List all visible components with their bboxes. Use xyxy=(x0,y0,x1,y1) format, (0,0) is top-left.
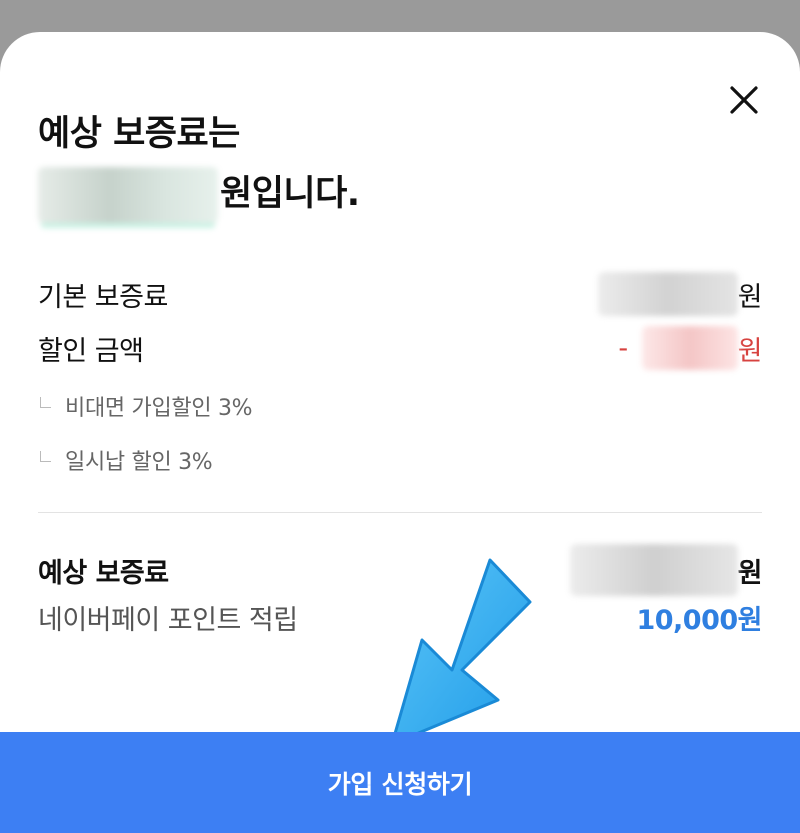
blurred-estimate-amount xyxy=(569,544,738,596)
total-value: 원 xyxy=(569,544,763,596)
base-fee-unit: 원 xyxy=(737,281,763,313)
divider xyxy=(38,512,762,513)
discount-value: - 원 xyxy=(618,326,763,370)
total-label: 예상 보증료 xyxy=(38,557,169,589)
blurred-base-amount xyxy=(597,272,738,316)
blurred-discount-amount xyxy=(641,326,738,370)
base-fee-row: 기본 보증료 원 xyxy=(38,272,763,316)
total-unit: 원 xyxy=(737,557,763,589)
close-icon[interactable] xyxy=(722,78,766,122)
title-line-1: 예상 보증료는 xyxy=(38,114,240,154)
discount-item: 비대면 가입할인 3% xyxy=(38,390,253,422)
title-line-2-suffix: 원입니다. xyxy=(220,174,360,214)
indent-corner-icon xyxy=(40,450,51,462)
indent-corner-icon xyxy=(40,396,51,408)
points-value: 10,000원 xyxy=(636,605,762,636)
discount-row: 할인 금액 - 원 xyxy=(38,326,763,370)
discount-unit: 원 xyxy=(737,335,763,367)
total-row: 예상 보증료 원 xyxy=(38,544,763,596)
sheet-title: 예상 보증료는 원입니다. xyxy=(38,104,360,224)
discount-label: 할인 금액 xyxy=(38,335,144,367)
title-line-2: 원입니다. xyxy=(38,164,360,224)
apply-button[interactable]: 가입 신청하기 xyxy=(0,732,800,833)
points-label: 네이버페이 포인트 적립 xyxy=(38,605,298,636)
discount-item-label: 일시납 할인 3% xyxy=(65,450,213,475)
blurred-total-amount xyxy=(38,167,218,223)
base-fee-value: 원 xyxy=(597,272,763,316)
discount-item-label: 비대면 가입할인 3% xyxy=(65,396,253,421)
discount-sign: - xyxy=(618,332,628,364)
points-row: 네이버페이 포인트 적립 10,000원 xyxy=(38,598,762,637)
estimate-bottom-sheet: 예상 보증료는 원입니다. 기본 보증료 원 할인 금액 - 원 비대면 가입할… xyxy=(0,32,800,833)
discount-item: 일시납 할인 3% xyxy=(38,444,213,476)
base-fee-label: 기본 보증료 xyxy=(38,281,168,313)
